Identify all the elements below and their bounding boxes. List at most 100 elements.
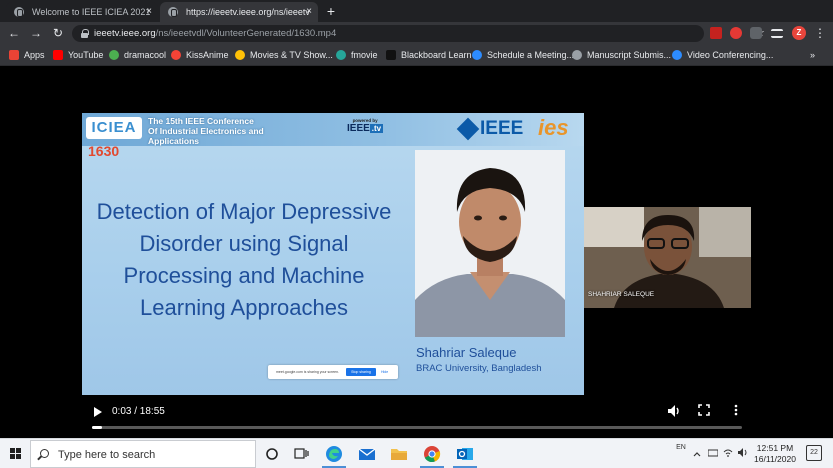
bookmark-kissanime[interactable]: KissAnime [171, 44, 229, 66]
bookmark-youtube[interactable]: YouTube [53, 44, 103, 66]
edge-glyph [326, 446, 342, 462]
forward-arrow-icon[interactable]: → [28, 25, 44, 41]
paper-title-line: Processing and Machine [123, 263, 365, 288]
tab-close-icon[interactable]: × [306, 2, 312, 22]
back-arrow-icon[interactable]: ← [6, 25, 22, 41]
fullscreen-icon[interactable] [696, 404, 712, 420]
tab-iciea-welcome[interactable]: Welcome to IEEE ICIEA 2021 × [6, 2, 158, 22]
task-view-icon[interactable] [293, 445, 311, 463]
presentation-slide: ICIEA 1630 The 15th IEEE Conference Of I… [82, 113, 584, 395]
more-vertical-icon[interactable] [728, 404, 744, 420]
bookmark-dramacool[interactable]: dramacool [109, 44, 166, 66]
bookmark-blackboard[interactable]: Blackboard Learn [386, 44, 472, 66]
conference-title-line: The 15th IEEE Conference [148, 116, 254, 126]
ies-word: ies [538, 115, 569, 140]
windows-logo-icon [10, 448, 22, 460]
site-favicon-icon [168, 7, 178, 17]
speaker-portrait [415, 150, 565, 337]
webcam-feed: SHAHRIAR SALEQUE [584, 207, 751, 308]
site-favicon-icon [14, 7, 24, 17]
tab-title: Welcome to IEEE ICIEA 2021 [32, 7, 151, 17]
browser-toolbar: ← → ↻ ieeetv.ieee.org/ns/ieeetvdl/Volunt… [0, 22, 833, 44]
bookmarks-overflow-icon[interactable]: » [810, 44, 815, 66]
tab-ieeetv-video[interactable]: https://ieeetv.ieee.org/ns/ieeetv × [160, 2, 318, 22]
mail-icon[interactable] [358, 445, 376, 463]
chrome-icon[interactable] [423, 445, 441, 463]
tray-chevron-up-icon[interactable] [692, 439, 702, 468]
taskbar-search-box[interactable]: Type here to search [30, 440, 256, 468]
address-bar[interactable]: ieeetv.ieee.org/ns/ieeetvdl/VolunteerGen… [72, 25, 765, 42]
start-button[interactable] [0, 439, 30, 468]
video-progress-bar[interactable] [92, 426, 742, 429]
clock-date: 16/11/2020 [754, 454, 796, 464]
fullscreen-glyph [698, 404, 710, 416]
ieeetv-logo: IEEE .tv [347, 123, 384, 134]
reading-list-icon[interactable] [771, 29, 783, 38]
manuscript-icon [572, 50, 582, 60]
bookmark-label: Schedule a Meeting... [487, 50, 575, 60]
kissanime-icon [171, 50, 181, 60]
tab-title: https://ieeetv.ieee.org/ns/ieeetv [186, 7, 310, 17]
bookmark-schedule-meeting[interactable]: Schedule a Meeting... [472, 44, 574, 66]
volume-glyph [668, 405, 679, 417]
more-glyph [734, 404, 738, 416]
paper-title-line: Detection of Major Depressive [96, 199, 392, 224]
fmovie-icon [336, 50, 346, 60]
input-language[interactable]: EN [675, 441, 687, 468]
network-icon[interactable] [707, 439, 719, 468]
bookmark-label: Blackboard Learn [401, 50, 472, 60]
outlook-icon[interactable] [456, 445, 474, 463]
bookmark-fmovie[interactable]: fmovie [336, 44, 378, 66]
mail-glyph [358, 448, 376, 460]
video-progress-fill [92, 426, 102, 429]
file-explorer-icon[interactable] [390, 445, 408, 463]
video-player[interactable]: ICIEA 1630 The 15th IEEE Conference Of I… [0, 66, 833, 438]
url-text: ieeetv.ieee.org/ns/ieeetvdl/VolunteerGen… [94, 25, 336, 42]
extensions-puzzle-icon[interactable] [750, 27, 762, 39]
zoom-icon [472, 50, 482, 60]
new-tab-button[interactable]: + [323, 4, 339, 20]
chrome-glyph [424, 446, 441, 463]
notification-center-icon[interactable]: 22 [806, 445, 822, 461]
play-icon[interactable] [92, 405, 104, 419]
bookmark-video-conferencing[interactable]: Video Conferencing... [672, 44, 773, 66]
reload-icon[interactable]: ↻ [50, 25, 66, 41]
movies-icon [235, 50, 245, 60]
clock-time: 12:51 PM [756, 443, 794, 453]
bookmark-apps[interactable]: Apps [9, 44, 45, 66]
lock-icon[interactable] [81, 29, 89, 38]
edge-icon[interactable] [325, 445, 343, 463]
bookmark-manuscript[interactable]: Manuscript Submis... [572, 44, 671, 66]
adblock-extension-icon[interactable] [730, 27, 742, 39]
cortana-glyph [266, 448, 278, 460]
video-time: 0:03 / 18:55 [112, 406, 165, 417]
bookmarks-bar: Apps YouTube dramacool KissAnime Movies … [0, 44, 833, 66]
blackboard-icon [386, 50, 396, 60]
dramacool-icon [109, 50, 119, 60]
chevron-up-glyph [693, 452, 701, 457]
profile-avatar[interactable]: Z [792, 26, 806, 40]
tab-close-icon[interactable]: × [146, 2, 152, 22]
conference-title-line: Of Industrial Electronics and [148, 126, 264, 136]
bookmark-label: Manuscript Submis... [587, 50, 672, 60]
wifi-icon[interactable] [722, 439, 734, 468]
iciea-logo: ICIEA [86, 117, 142, 139]
bookmark-movies-tv[interactable]: Movies & TV Show... [235, 44, 333, 66]
paper-title-line: Disorder using Signal [139, 231, 349, 256]
speaker-photo [415, 150, 565, 337]
speaker-affiliation: BRAC University, Bangladesh [416, 363, 542, 374]
video-controls: 0:03 / 18:55 [82, 395, 752, 438]
screen-share-bar: meet.google.com is sharing your screen. … [268, 365, 398, 379]
network-glyph [707, 449, 719, 457]
volume-icon[interactable] [666, 404, 682, 420]
cortana-icon[interactable] [263, 445, 281, 463]
share-text: meet.google.com is sharing your screen. [276, 370, 340, 374]
search-icon [40, 449, 49, 458]
bookmark-label: YouTube [68, 50, 104, 60]
bookmark-label: Apps [24, 50, 45, 60]
bookmark-label: Video Conferencing... [687, 50, 774, 60]
pdf-extension-icon[interactable] [710, 27, 722, 39]
ieeetv-tv: .tv [369, 124, 384, 133]
taskbar-clock[interactable]: 12:51 PM 16/11/2020 [748, 443, 802, 465]
browser-menu-icon[interactable]: ⋮ [814, 25, 826, 41]
